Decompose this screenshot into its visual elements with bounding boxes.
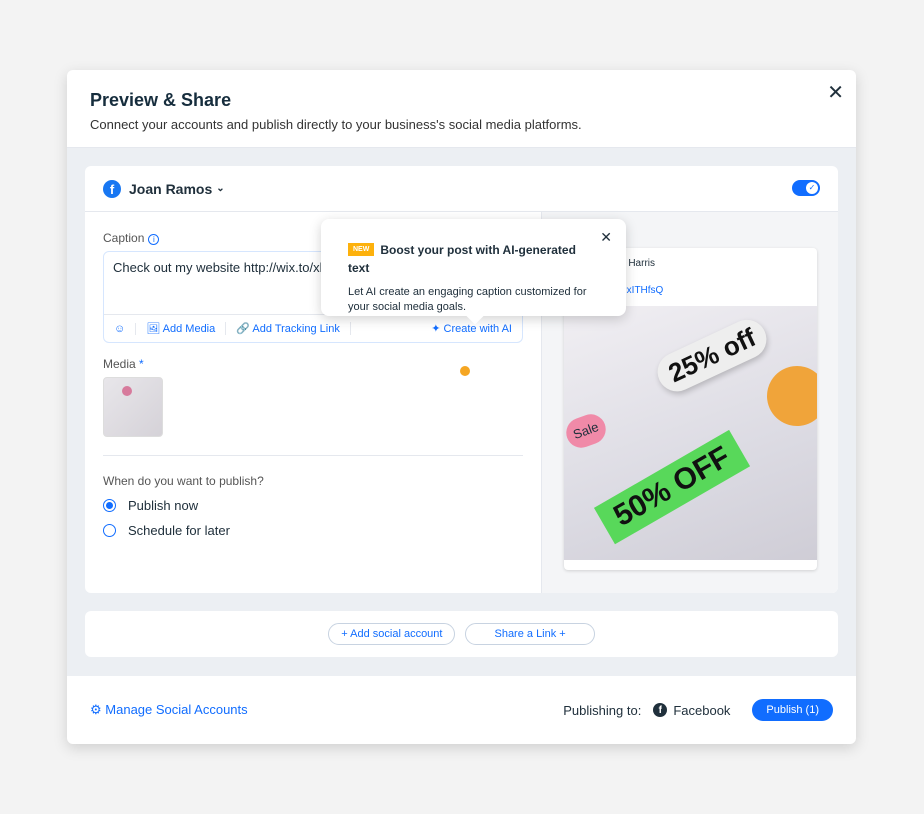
ai-tooltip: NEW Boost your post with AI-generated tex… bbox=[321, 219, 626, 316]
add-tracking-label: Add Tracking Link bbox=[252, 323, 340, 335]
check-icon: ✓ bbox=[806, 182, 818, 194]
cursor-hand-icon bbox=[460, 366, 470, 376]
tooltip-close-icon[interactable]: ✕ bbox=[600, 229, 612, 246]
facebook-icon: f bbox=[103, 179, 121, 198]
preview-share-dialog: Preview & Share Connect your accounts an… bbox=[67, 70, 856, 744]
dialog-header: Preview & Share Connect your accounts an… bbox=[67, 70, 856, 148]
tooltip-body: Let AI create an engaging caption custom… bbox=[348, 286, 587, 313]
radio-label: Publish now bbox=[128, 498, 199, 513]
publish-question: When do you want to publish? bbox=[103, 474, 264, 488]
account-name: Joan Ramos bbox=[129, 180, 213, 197]
add-media-label: Add Media bbox=[162, 323, 216, 335]
platform-name: Facebook bbox=[673, 702, 731, 718]
radio-empty-icon bbox=[103, 524, 116, 537]
required-asterisk: * bbox=[139, 357, 144, 371]
add-tracking-link-button[interactable]: 🔗 Add Tracking Link bbox=[226, 322, 351, 335]
divider bbox=[103, 455, 523, 456]
manage-social-accounts-link[interactable]: ⚙ Manage Social Accounts bbox=[90, 702, 248, 718]
add-media-button[interactable]: 🖼 Add Media bbox=[136, 322, 227, 335]
caption-label-text: Caption bbox=[103, 231, 145, 245]
account-selector[interactable]: f Joan Ramos ⌄ bbox=[85, 166, 838, 212]
emoji-icon[interactable]: ☺ bbox=[104, 322, 137, 335]
image-text: Sale bbox=[564, 410, 610, 452]
share-link-button[interactable]: Share a Link + bbox=[465, 623, 595, 645]
close-icon[interactable]: ✕ bbox=[827, 80, 844, 105]
media-label-text: Media bbox=[103, 357, 136, 371]
radio-schedule-later[interactable]: Schedule for later bbox=[103, 523, 523, 538]
image-bottle bbox=[756, 355, 817, 437]
radio-publish-now[interactable]: Publish now bbox=[103, 498, 523, 513]
image-text: 25% off bbox=[651, 313, 774, 398]
publish-button[interactable]: Publish (1) bbox=[752, 699, 833, 721]
create-with-ai-button[interactable]: ✦ Create with AI bbox=[421, 322, 522, 335]
media-thumbnail[interactable] bbox=[103, 377, 163, 437]
add-social-account-button[interactable]: + Add social account bbox=[328, 623, 456, 645]
page-title: Preview & Share bbox=[90, 90, 232, 110]
radio-label: Schedule for later bbox=[128, 523, 230, 538]
info-icon[interactable]: i bbox=[148, 234, 160, 245]
preview-link: PxITHfsQ bbox=[620, 285, 664, 296]
create-ai-label: Create with AI bbox=[443, 323, 512, 335]
image-text: 50% OFF bbox=[593, 429, 751, 545]
chevron-down-icon: ⌄ bbox=[216, 183, 225, 194]
tooltip-title: Boost your post with AI-generated text bbox=[348, 243, 576, 275]
dialog-footer: ⚙ Manage Social Accounts Publishing to: … bbox=[67, 676, 856, 744]
account-toggle[interactable]: ✓ bbox=[792, 180, 820, 196]
actions-bar: + Add social account Share a Link + bbox=[85, 611, 838, 657]
manage-label: Manage Social Accounts bbox=[105, 702, 248, 717]
radio-selected-icon bbox=[103, 499, 116, 512]
page-subtitle: Connect your accounts and publish direct… bbox=[90, 117, 582, 132]
publishing-to-label: Publishing to: bbox=[563, 702, 642, 718]
caption-toolbar: ☺ 🖼 Add Media 🔗 Add Tracking Link ✦ Crea… bbox=[104, 314, 522, 342]
facebook-icon: f bbox=[653, 703, 668, 717]
preview-image: 25% off Sale 50% OFF bbox=[564, 306, 817, 560]
new-badge: NEW bbox=[348, 243, 375, 257]
